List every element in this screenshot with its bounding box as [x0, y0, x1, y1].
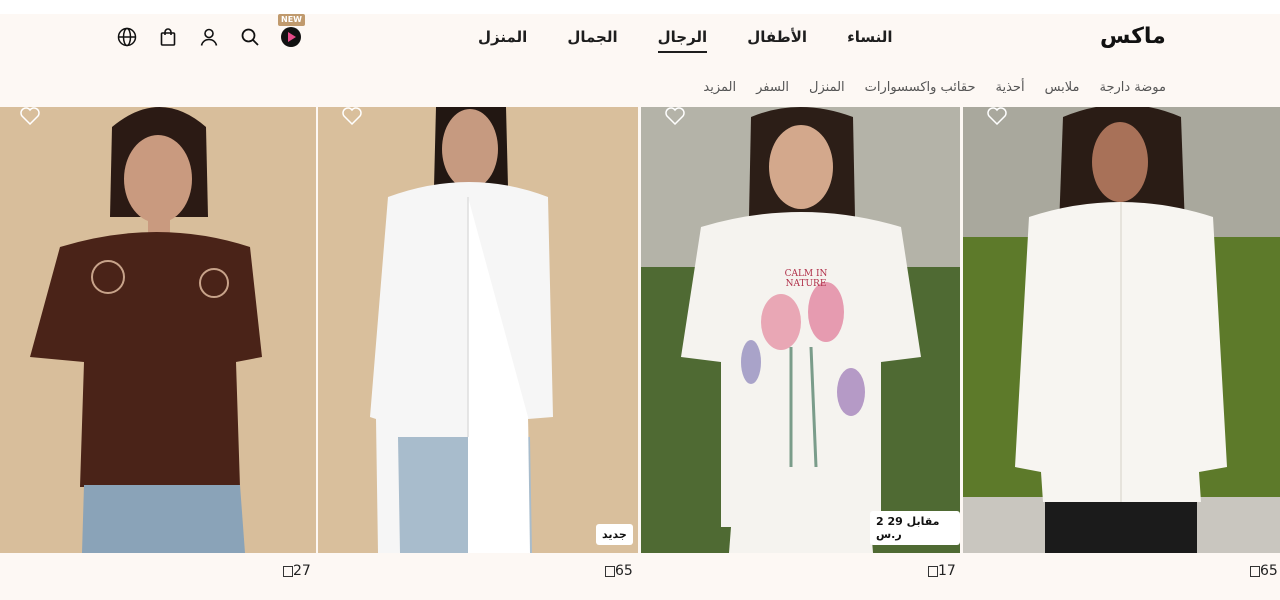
- heart-icon[interactable]: [20, 107, 40, 126]
- product-image: [641, 107, 960, 553]
- product-card[interactable]: [0, 107, 316, 553]
- heart-icon[interactable]: [342, 107, 362, 126]
- product-price: 65: [600, 563, 633, 579]
- subnav-trending[interactable]: موضة دارجة: [1099, 80, 1166, 95]
- currency-icon: [605, 565, 615, 577]
- new-badge: NEW: [278, 14, 305, 26]
- heart-icon[interactable]: [987, 107, 1007, 126]
- brand-logo[interactable]: ماكس: [1100, 24, 1167, 49]
- search-icon[interactable]: [239, 26, 261, 48]
- product-grid: جديد CALM IN NATURE 2 مقابل 29 ر.س: [0, 107, 1280, 553]
- top-strip: [0, 0, 1280, 14]
- subnav-bags[interactable]: حقائب واكسسوارات: [865, 80, 976, 95]
- product-image: [30, 107, 262, 553]
- bag-icon[interactable]: [157, 26, 179, 48]
- new-tag: جديد: [596, 524, 633, 545]
- main-nav: النساء الأطفال الرجال الجمال المنزل: [458, 28, 913, 53]
- site-header: NEW النساء الأطفال الرجال الجمال المنزل …: [0, 14, 1280, 107]
- currency-icon: [1250, 565, 1260, 577]
- product-image: [370, 107, 553, 553]
- heart-icon[interactable]: [665, 107, 685, 126]
- product-card[interactable]: [963, 107, 1280, 553]
- nav-home[interactable]: المنزل: [458, 28, 547, 53]
- nav-women[interactable]: النساء: [827, 28, 912, 53]
- header-icons: NEW: [116, 14, 321, 48]
- user-icon[interactable]: [198, 26, 220, 48]
- currency-icon: [283, 565, 293, 577]
- product-price: 27: [278, 563, 311, 579]
- globe-icon[interactable]: [116, 26, 138, 48]
- subnav-home[interactable]: المنزل: [809, 80, 845, 95]
- offer-tag: 2 مقابل 29 ر.س: [870, 511, 960, 545]
- product-image: [963, 107, 1280, 553]
- product-card[interactable]: CALM IN NATURE 2 مقابل 29 ر.س: [641, 107, 960, 553]
- nav-kids[interactable]: الأطفال: [727, 28, 827, 53]
- print-text: CALM IN NATURE: [784, 269, 828, 289]
- subnav-more[interactable]: المزيد: [703, 80, 736, 95]
- product-price: 17: [923, 563, 956, 579]
- product-card[interactable]: جديد: [318, 107, 638, 553]
- subnav-clothing[interactable]: ملابس: [1045, 80, 1080, 95]
- nav-beauty[interactable]: الجمال: [547, 28, 637, 53]
- play-icon[interactable]: NEW: [278, 14, 305, 48]
- sub-nav: موضة دارجة ملابس أحذية حقائب واكسسوارات …: [683, 80, 1166, 95]
- subnav-travel[interactable]: السفر: [756, 80, 789, 95]
- product-price: 65: [1245, 563, 1278, 579]
- currency-icon: [928, 565, 938, 577]
- nav-men[interactable]: الرجال: [657, 28, 708, 53]
- subnav-shoes[interactable]: أحذية: [996, 80, 1025, 95]
